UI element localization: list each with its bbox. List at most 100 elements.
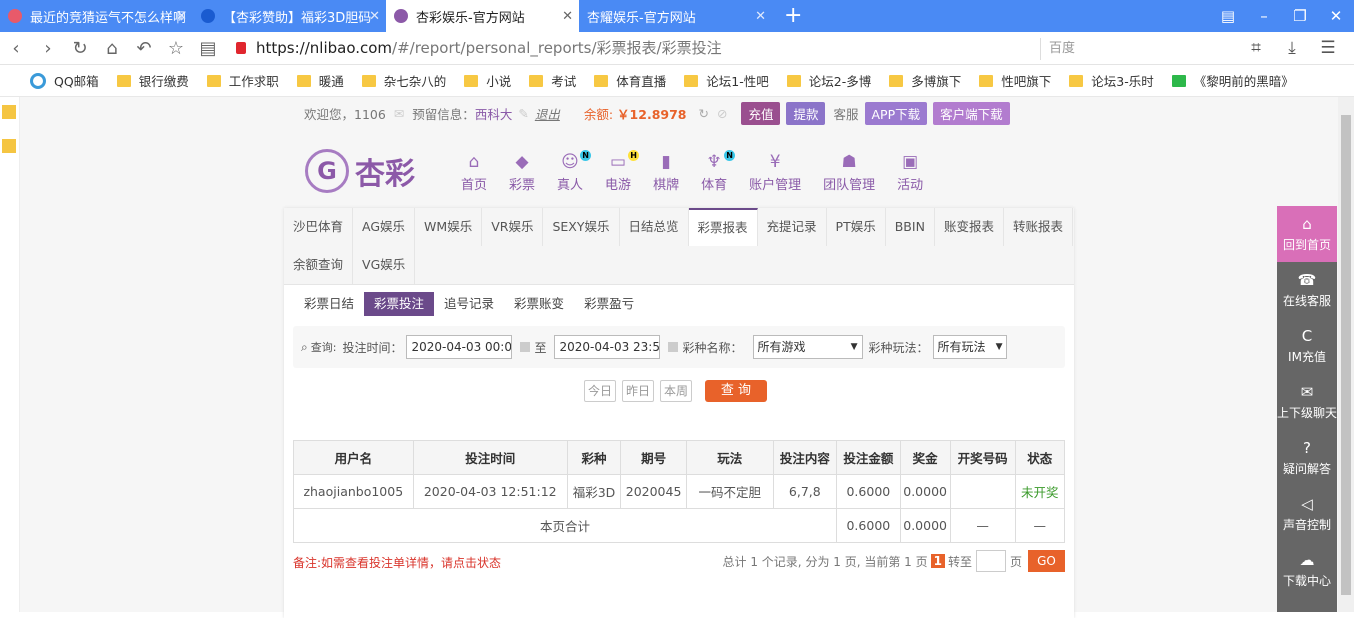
browser-tab[interactable]: 【杏彩赞助】福彩3D胆码 ✕ xyxy=(193,0,386,32)
restore-button[interactable]: ❐ xyxy=(1282,0,1318,32)
sub-tab[interactable]: 彩票账变 xyxy=(504,292,574,316)
report-tab[interactable]: 充提记录 xyxy=(758,208,827,246)
home-button[interactable]: ⌂ xyxy=(96,38,128,59)
minimize-button[interactable]: – xyxy=(1246,0,1282,32)
tab-close-icon[interactable]: ✕ xyxy=(369,9,380,24)
forward-button[interactable]: › xyxy=(32,38,64,59)
sub-tab[interactable]: 追号记录 xyxy=(434,292,504,316)
float-menu-item[interactable]: ◁ 声音控制 xyxy=(1277,486,1337,542)
float-menu-item[interactable]: ⌂ 回到首页 xyxy=(1277,206,1337,262)
tab-close-icon[interactable]: ✕ xyxy=(562,9,573,24)
client-download-button[interactable]: 客户端下载 xyxy=(933,101,1010,125)
bookmark-item[interactable]: 杂七杂八的 xyxy=(361,71,446,90)
recharge-button[interactable]: 充值 xyxy=(741,101,781,125)
sub-tab[interactable]: 彩票盈亏 xyxy=(574,292,644,316)
browser-tab[interactable]: 最近的竞猜运气不怎么样啊 ✕ xyxy=(0,0,193,32)
float-menu-item[interactable]: ☁ 下载中心 xyxy=(1277,542,1337,598)
edit-icon[interactable]: ✎ xyxy=(518,106,528,121)
site-logo[interactable]: G 杏彩 xyxy=(305,149,415,193)
nav-item[interactable]: ▮ 棋牌 xyxy=(653,152,679,193)
nav-item[interactable]: ☺ N 真人 xyxy=(557,150,592,193)
reader-icon[interactable]: ▤ xyxy=(192,38,224,59)
refresh-icon[interactable]: ↻ xyxy=(698,106,708,121)
service-link[interactable]: 客服 xyxy=(833,104,858,123)
bookmark-item[interactable]: 体育直播 xyxy=(594,71,666,90)
scrollbar-thumb[interactable] xyxy=(1341,115,1351,595)
report-tab[interactable]: 沙巴体育 xyxy=(284,208,354,246)
go-button[interactable]: GO xyxy=(1028,550,1065,572)
nav-item[interactable]: ¥ 账户管理 xyxy=(749,152,801,193)
star-icon[interactable] xyxy=(2,105,16,119)
page-input[interactable] xyxy=(975,550,1006,572)
bookmark-item[interactable]: 论坛3-乐时 xyxy=(1069,71,1154,90)
app-download-button[interactable]: APP下载 xyxy=(864,101,928,125)
bookmark-item[interactable]: 论坛2-多博 xyxy=(786,71,871,90)
float-menu-item[interactable]: ? 疑问解答 xyxy=(1277,430,1337,486)
tab-close-icon[interactable]: ✕ xyxy=(176,9,187,24)
quick-range-button[interactable]: 本周 xyxy=(660,380,692,402)
report-tab[interactable]: 日结总览 xyxy=(620,208,689,246)
nav-item[interactable]: ▣ 活动 xyxy=(897,152,923,193)
bookmark-item[interactable]: 银行缴费 xyxy=(116,71,189,90)
float-menu-item[interactable]: C IM充值 xyxy=(1277,318,1337,374)
bookmark-item[interactable]: 多博旗下 xyxy=(889,71,961,90)
undo-button[interactable]: ↶ xyxy=(128,38,160,59)
report-tab[interactable]: WM娱乐 xyxy=(415,208,483,246)
float-menu-item[interactable]: ✉ 上下级聊天 xyxy=(1277,374,1337,430)
current-page[interactable]: 1 xyxy=(930,554,945,568)
url-input[interactable]: https://nlibao.com/#/report/personal_rep… xyxy=(256,32,722,65)
favorite-star-icon[interactable]: ☆ xyxy=(160,38,192,59)
bookmark-item[interactable]: 暖通 xyxy=(296,71,344,90)
report-tab[interactable]: VR娱乐 xyxy=(482,208,544,246)
bookmark-item[interactable]: 小说 xyxy=(464,71,511,90)
new-tab-button[interactable]: + xyxy=(772,0,814,32)
sub-tab[interactable]: 彩票日结 xyxy=(294,292,364,316)
status-link[interactable]: 未开奖 xyxy=(1014,474,1066,509)
bookmark-item[interactable]: 《黎明前的黑暗》 xyxy=(1171,71,1294,90)
report-tab[interactable]: PT娱乐 xyxy=(827,208,886,246)
nav-item[interactable]: ♆ N 体育 xyxy=(701,150,736,193)
report-tab[interactable]: 彩票报表 xyxy=(688,208,758,246)
close-window-button[interactable]: ✕ xyxy=(1318,0,1354,32)
withdraw-button[interactable]: 提款 xyxy=(786,101,826,125)
report-tab[interactable]: 转账报表 xyxy=(1004,208,1073,246)
report-tab[interactable]: BBIN xyxy=(886,208,935,246)
bookmark-item[interactable]: 论坛1-性吧 xyxy=(684,71,769,90)
download-icon[interactable]: ⤓ xyxy=(1274,32,1310,65)
game-select[interactable]: 所有游戏 ▼ xyxy=(752,335,863,359)
bookmark-item[interactable]: QQ邮箱 xyxy=(30,71,99,90)
screenshot-icon[interactable]: ⌗ xyxy=(1238,32,1274,65)
report-tab[interactable]: 账变报表 xyxy=(935,208,1004,246)
query-button[interactable]: 查 询 xyxy=(705,380,767,402)
report-tab[interactable]: 余额查询 xyxy=(284,246,354,284)
nav-item[interactable]: ◆ 彩票 xyxy=(509,152,535,193)
hide-eye-icon[interactable]: ⊘ xyxy=(717,106,727,121)
browser-tab[interactable]: 杏耀娱乐-官方网站 ✕ xyxy=(579,0,772,32)
logout-link[interactable]: 退出 xyxy=(535,104,560,123)
note-icon[interactable] xyxy=(2,139,16,153)
quick-range-button[interactable]: 昨日 xyxy=(622,380,654,402)
mail-icon[interactable]: ✉ xyxy=(394,106,404,121)
bookmark-item[interactable]: 性吧旗下 xyxy=(979,71,1051,90)
bookmark-item[interactable]: 工作求职 xyxy=(206,71,279,90)
nav-item[interactable]: ▭ H 电游 xyxy=(605,150,640,193)
calendar-icon[interactable] xyxy=(520,342,531,352)
report-tab[interactable]: VG娱乐 xyxy=(353,246,416,284)
tab-close-icon[interactable]: ✕ xyxy=(755,9,766,24)
nav-item[interactable]: ☗ 团队管理 xyxy=(823,152,875,193)
calendar-icon[interactable] xyxy=(668,342,679,352)
sidebar-toggle-icon[interactable]: ▤ xyxy=(1210,0,1246,32)
menu-icon[interactable]: ☰ xyxy=(1310,32,1346,65)
start-time-input[interactable]: 2020-04-03 00:00 xyxy=(406,335,513,359)
sub-tab[interactable]: 彩票投注 xyxy=(364,292,435,316)
nav-item[interactable]: ⌂ 首页 xyxy=(461,152,487,193)
end-time-input[interactable]: 2020-04-03 23:59 xyxy=(554,335,661,359)
play-select[interactable]: 所有玩法 ▼ xyxy=(932,335,1007,359)
report-tab[interactable]: AG娱乐 xyxy=(353,208,416,246)
report-tab[interactable]: SEXY娱乐 xyxy=(543,208,620,246)
scrollbar[interactable] xyxy=(1338,97,1354,612)
browser-tab[interactable]: 杏彩娱乐-官方网站 ✕ xyxy=(386,0,579,32)
quick-range-button[interactable]: 今日 xyxy=(584,380,616,402)
reload-button[interactable]: ↻ xyxy=(64,38,96,59)
float-menu-item[interactable]: ☎ 在线客服 xyxy=(1277,262,1337,318)
